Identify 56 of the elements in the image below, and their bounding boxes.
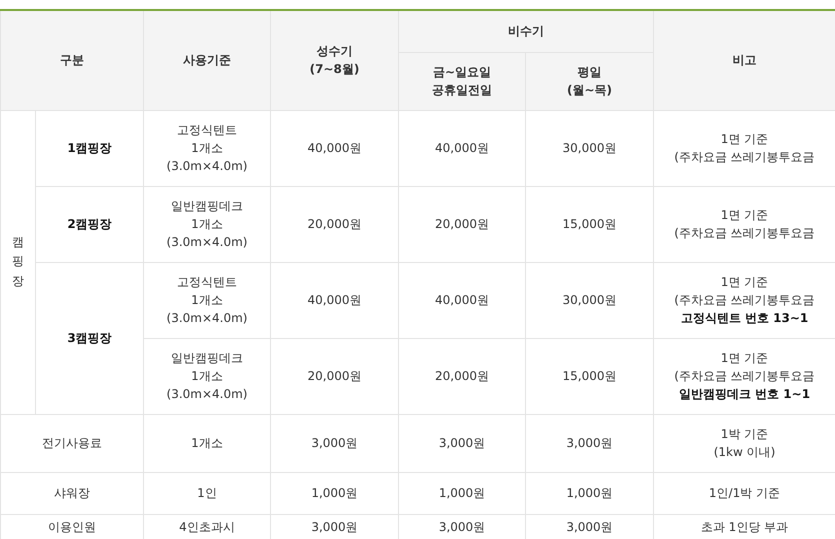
price: 30,000원 (562, 293, 616, 307)
category-label: 캠핑장 (12, 234, 24, 290)
column-header: 비수기 (508, 24, 544, 38)
site-name: 2캠핑장 (67, 217, 112, 231)
price: 1,000원 (566, 486, 613, 500)
site-name: 1캠핑장 (67, 141, 112, 155)
remark-line: 1인/1박 기준 (708, 485, 780, 502)
price: 40,000원 (308, 141, 362, 155)
price: 3,000원 (566, 436, 613, 450)
remark-line: 1박 기준 (720, 426, 768, 443)
price: 20,000원 (435, 217, 489, 231)
column-header: 구분 (60, 53, 84, 68)
price: 40,000원 (435, 141, 489, 155)
column-header: 사용기준 (183, 53, 231, 68)
remark-line: 1면 기준 (720, 350, 768, 367)
price: 30,000원 (562, 141, 616, 155)
remark-line: 일반캠핑데크 번호 1~1 (678, 386, 810, 403)
remark-line: (1kw 이내) (714, 444, 776, 461)
remark-line: 고정식텐트 번호 13~1 (680, 310, 808, 327)
remark-line: 1면 기준 (720, 207, 768, 224)
column-header: 금~일요일 공휴일전일 (432, 64, 492, 99)
price: 15,000원 (562, 217, 616, 231)
remark-line: (주차요금 쓰레기봉투요금 (674, 368, 815, 385)
price: 3,000원 (566, 520, 613, 534)
column-header: 비고 (732, 53, 756, 68)
remark-line: 1면 기준 (720, 274, 768, 291)
usage-standard: 일반캠핑데크 1개소 (3.0m×4.0m) (166, 198, 248, 251)
price: 3,000원 (311, 520, 358, 534)
remark-line: (주차요금 쓰레기봉투요금 (674, 225, 815, 242)
price: 40,000원 (308, 293, 362, 307)
usage-standard: 일반캠핑데크 1개소 (3.0m×4.0m) (166, 350, 248, 403)
usage-standard: 1인 (197, 485, 217, 502)
column-header: 성수기 (7~8월) (310, 43, 360, 78)
row-label: 이용인원 (48, 520, 96, 534)
price: 20,000원 (308, 217, 362, 231)
usage-standard: 고정식텐트 1개소 (3.0m×4.0m) (166, 122, 248, 175)
price: 40,000원 (435, 293, 489, 307)
column-header: 평일 (월~목) (566, 64, 612, 99)
price: 3,000원 (438, 436, 486, 450)
price: 1,000원 (311, 486, 358, 500)
price: 1,000원 (438, 486, 486, 500)
remark-line: 1면 기준 (720, 131, 768, 148)
site-name: 3캠핑장 (67, 331, 112, 345)
usage-standard: 4인초과시 (179, 519, 235, 536)
usage-standard: 고정식텐트 1개소 (3.0m×4.0m) (166, 274, 248, 327)
price: 20,000원 (308, 369, 362, 383)
remark-line: 초과 1인당 부과 (700, 519, 788, 536)
price: 3,000원 (438, 520, 486, 534)
row-label: 샤워장 (54, 486, 90, 500)
price: 3,000원 (311, 436, 358, 450)
price: 15,000원 (562, 369, 616, 383)
remark-line: (주차요금 쓰레기봉투요금 (674, 292, 815, 309)
price: 20,000원 (435, 369, 489, 383)
remark-line: (주차요금 쓰레기봉투요금 (674, 149, 815, 166)
row-label: 전기사용료 (42, 436, 102, 450)
usage-standard: 1개소 (191, 435, 223, 452)
